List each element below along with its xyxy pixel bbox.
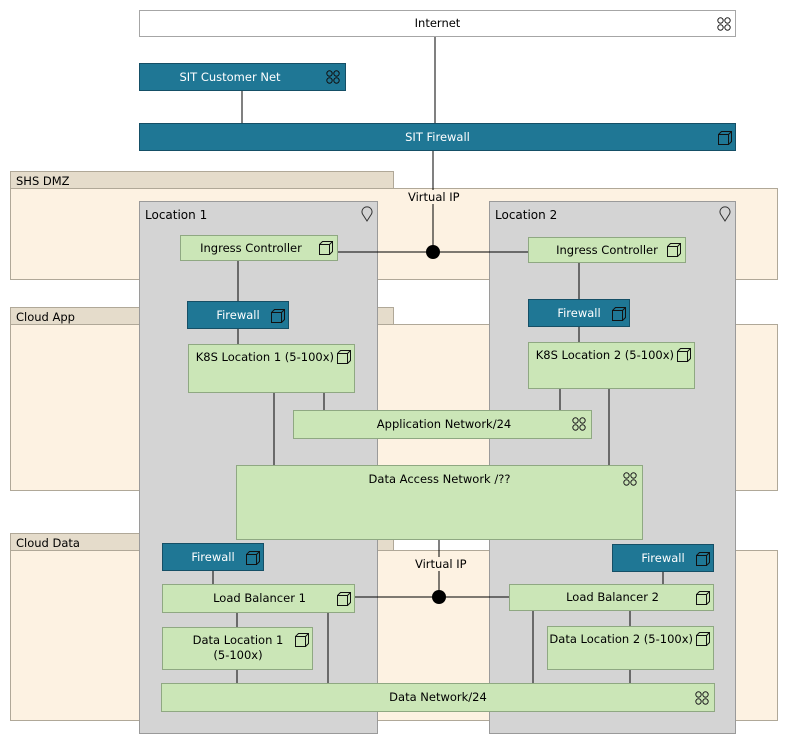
node-label: Data Network/24	[389, 690, 487, 704]
node-firewall-data-2[interactable]: Firewall	[612, 544, 714, 572]
node-label: SIT Firewall	[405, 130, 470, 144]
node-label: Ingress Controller	[200, 241, 302, 255]
network-icon	[623, 472, 637, 486]
node-firewall-app-1[interactable]: Firewall	[187, 301, 289, 329]
node-cube-icon	[337, 350, 351, 364]
junction-vip-bottom	[432, 590, 446, 604]
node-label: Internet	[414, 16, 461, 30]
node-label: SIT Customer Net	[179, 70, 281, 84]
node-k8s-location-1[interactable]: K8S Location 1 (5-100x)	[188, 344, 355, 393]
node-cube-icon	[667, 243, 681, 257]
node-label: K8S Location 1 (5-100x)	[195, 350, 334, 364]
network-icon	[717, 17, 731, 31]
node-data-location-1[interactable]: Data Location 1 (5-100x)	[162, 627, 313, 670]
node-cube-icon	[612, 307, 626, 321]
node-cube-icon	[718, 131, 732, 145]
node-k8s-location-2[interactable]: K8S Location 2 (5-100x)	[528, 342, 695, 389]
node-label: Data Location 2 (5-100x)	[549, 632, 693, 646]
junction-label-virtual-ip: Virtual IP	[408, 190, 460, 204]
node-application-network[interactable]: Application Network/24	[293, 410, 592, 439]
node-cube-icon	[696, 552, 710, 566]
node-data-access-network[interactable]: Data Access Network /??	[236, 465, 643, 540]
junction-label-virtual-ip: Virtual IP	[415, 557, 467, 571]
node-firewall-data-1[interactable]: Firewall	[162, 543, 264, 571]
node-sit-customer-net[interactable]: SIT Customer Net	[139, 63, 346, 91]
node-label: Ingress Controller	[556, 243, 658, 257]
node-data-location-2[interactable]: Data Location 2 (5-100x)	[547, 626, 714, 670]
node-label: K8S Location 2 (5-100x)	[535, 348, 674, 362]
node-cube-icon	[677, 348, 691, 362]
node-firewall-app-2[interactable]: Firewall	[528, 299, 630, 327]
network-icon	[572, 417, 586, 431]
network-icon	[695, 691, 709, 705]
node-data-network[interactable]: Data Network/24	[161, 683, 715, 712]
node-label: Data Access Network /??	[368, 472, 511, 486]
node-load-balancer-1[interactable]: Load Balancer 1	[162, 584, 355, 613]
node-cube-icon	[271, 309, 285, 323]
node-cube-icon	[246, 551, 260, 565]
node-cube-icon	[295, 633, 309, 647]
node-cube-icon	[696, 632, 710, 646]
node-load-balancer-2[interactable]: Load Balancer 2	[509, 584, 714, 611]
node-internet[interactable]: Internet	[139, 10, 736, 37]
node-cube-icon	[696, 591, 710, 605]
node-ingress-controller-2[interactable]: Ingress Controller	[528, 237, 686, 263]
node-label: Load Balancer 2	[566, 590, 659, 604]
node-sit-firewall[interactable]: SIT Firewall	[139, 123, 736, 151]
network-icon	[326, 70, 340, 84]
node-label: Data Location 1	[192, 633, 284, 647]
junction-vip-top	[426, 245, 440, 259]
node-label-sub: (5-100x)	[213, 648, 263, 662]
node-label: Load Balancer 1	[213, 591, 306, 605]
node-label: Application Network/24	[376, 417, 512, 431]
node-cube-icon	[319, 241, 333, 255]
node-ingress-controller-1[interactable]: Ingress Controller	[180, 235, 338, 261]
node-cube-icon	[337, 592, 351, 606]
